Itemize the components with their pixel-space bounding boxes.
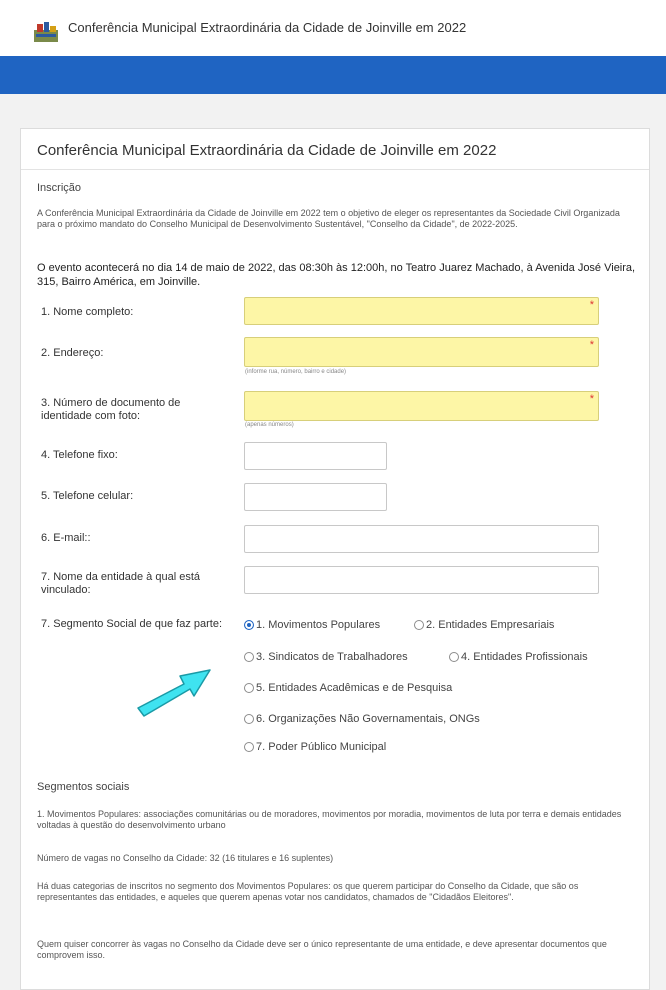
segmentos-paragraph-1: 1. Movimentos Populares: associações com… xyxy=(37,809,622,830)
site-title[interactable]: Conferência Municipal Extraordinária da … xyxy=(68,20,466,35)
documento-label: 3. Número de documento de identidade com… xyxy=(41,397,181,422)
event-info: O evento acontecerá no dia 14 de maio de… xyxy=(37,262,636,288)
segmento-label: 7. Segmento Social de que faz parte: xyxy=(41,618,223,630)
pointer-arrow-icon xyxy=(137,669,211,717)
segment-option-7[interactable]: 7. Poder Público Municipal xyxy=(244,741,386,753)
page-title: Conferência Municipal Extraordinária da … xyxy=(37,142,497,159)
telefone-celular-label: 5. Telefone celular: xyxy=(41,490,134,502)
documento-hint: (apenas números) xyxy=(245,422,294,428)
telefone-fixo-input[interactable] xyxy=(244,442,387,470)
top-header: Conferência Municipal Extraordinária da … xyxy=(0,0,666,56)
endereco-input[interactable]: * xyxy=(244,337,599,367)
documento-input[interactable]: * xyxy=(244,391,599,421)
telefone-fixo-label: 4. Telefone fixo: xyxy=(41,449,118,461)
section-title: Inscrição xyxy=(37,182,82,194)
intro-text: A Conferência Municipal Extraordinária d… xyxy=(37,208,620,229)
city-logo-icon xyxy=(34,22,58,42)
radio-icon[interactable] xyxy=(244,683,254,693)
segment-option-5[interactable]: 5. Entidades Acadêmicas e de Pesquisa xyxy=(244,682,452,694)
segment-option-3[interactable]: 3. Sindicatos de Trabalhadores xyxy=(244,651,408,663)
segment-option-1[interactable]: 1. Movimentos Populares xyxy=(244,619,380,631)
telefone-celular-input[interactable] xyxy=(244,483,387,511)
radio-icon[interactable] xyxy=(449,652,459,662)
radio-icon[interactable] xyxy=(244,652,254,662)
required-mark: * xyxy=(589,339,594,351)
segmentos-paragraph-4: Quem quiser concorrer às vagas no Consel… xyxy=(37,939,607,960)
entidade-input[interactable] xyxy=(244,566,599,594)
required-mark: * xyxy=(589,299,594,311)
endereco-hint: (informe rua, número, bairro e cidade) xyxy=(245,369,347,375)
email-label: 6. E-mail:: xyxy=(41,532,91,544)
segmentos-paragraph-3: Há duas categorias de inscritos no segme… xyxy=(37,881,579,902)
radio-icon[interactable] xyxy=(244,714,254,724)
radio-icon[interactable] xyxy=(414,620,424,630)
navigation-bar xyxy=(0,56,666,94)
segment-option-2[interactable]: 2. Entidades Empresariais xyxy=(414,619,554,631)
form-card: Conferência Municipal Extraordinária da … xyxy=(20,128,650,990)
card-header: Conferência Municipal Extraordinária da … xyxy=(21,129,649,170)
segmentos-paragraph-2: Número de vagas no Conselho da Cidade: 3… xyxy=(37,853,334,863)
segmentos-heading: Segmentos sociais xyxy=(37,781,130,793)
required-mark: * xyxy=(589,393,594,405)
segment-option-4[interactable]: 4. Entidades Profissionais xyxy=(449,651,588,663)
radio-selected-icon[interactable] xyxy=(244,620,254,630)
nome-label: 1. Nome completo: xyxy=(41,306,134,318)
email-input[interactable] xyxy=(244,525,599,553)
segment-option-6[interactable]: 6. Organizações Não Governamentais, ONGs xyxy=(244,713,480,725)
entidade-label: 7. Nome da entidade à qual está vinculad… xyxy=(41,571,201,596)
endereco-label: 2. Endereço: xyxy=(41,347,104,359)
radio-icon[interactable] xyxy=(244,742,254,752)
nome-input[interactable]: * xyxy=(244,297,599,325)
